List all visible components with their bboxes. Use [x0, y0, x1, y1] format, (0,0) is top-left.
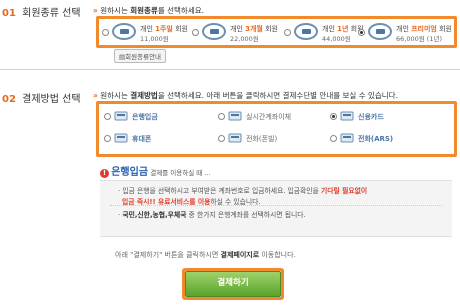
payment-label: 전화(ARS) [358, 135, 394, 143]
payment-radio[interactable] [104, 135, 111, 142]
membership-card-icon [368, 23, 392, 40]
ars-icon [340, 132, 354, 144]
info-subtitle: 결제를 이용하실 때 ... [150, 169, 211, 177]
payment-label: 실시간계좌이체 [246, 113, 292, 121]
prompt-pre: 원하시는 [100, 6, 131, 15]
payment-option[interactable]: 은행입금 [104, 110, 212, 124]
info-line-3: · 국민,신한,농협,우체국 중 한가지 은행계좌를 선택하시면 됩니다. [118, 209, 306, 219]
prompt-pre: 원하시는 [100, 91, 131, 100]
payment-option[interactable]: 실시간계좌이체 [218, 110, 326, 124]
prompt-post: 을 선택하세요. 아래 버튼을 클릭하시면 결제수단별 안내를 보실 수 있습니… [157, 91, 398, 100]
payment-radio[interactable] [218, 113, 225, 120]
section-1-header: 01 회원종류 선택 [2, 4, 81, 19]
payment-option[interactable]: 신용카드 [330, 110, 438, 124]
payment-option[interactable]: 전화(폰빌) [218, 132, 326, 146]
prompt-bold: 회원종류 [130, 6, 158, 15]
membership-price: 44,000원 [322, 35, 351, 43]
payment-option[interactable]: 전화(ARS) [330, 132, 438, 146]
membership-name-pre: 개인 [322, 25, 338, 33]
membership-name-highlight: 프리미엄 [411, 25, 437, 33]
prompt-arrow: » [93, 91, 98, 100]
info-line-1-red: 기다릴 필요없이 [320, 187, 368, 195]
membership-option[interactable]: 개인 프리미엄 회원 66,000원 (1년) [358, 23, 452, 46]
membership-guide-button[interactable]: ▤회원종류안내 [114, 49, 167, 63]
payment-label: 은행입금 [132, 113, 158, 121]
transfer-icon [228, 110, 242, 122]
membership-name-pre: 개인 [396, 25, 412, 33]
bullet-icon: · [118, 211, 121, 219]
info-line-1-text: 입금 은행을 선택하시고 부여받은 계좌번호로 입금하세요. 입금확인을 [122, 187, 321, 195]
section-2-header: 02 결제방법 선택 [2, 90, 81, 105]
membership-name-highlight: 3개월 [245, 25, 263, 33]
membership-price: 11,000원 [140, 35, 169, 43]
footer-note: 아래 "결제하기" 버튼을 클릭하시면 결제페이지로 이동합니다. [115, 250, 296, 260]
section-1-number: 01 [2, 8, 16, 19]
info-line-1: · 입금 은행을 선택하시고 부여받은 계좌번호로 입금하세요. 입금확인을 기… [118, 185, 367, 195]
membership-name-pre: 개인 [140, 25, 156, 33]
membership-price: 66,000원 (1년) [396, 35, 442, 43]
footer-note-pre: 아래 "결제하기" 버튼을 클릭하시면 [115, 251, 221, 259]
membership-price: 22,000원 [230, 35, 259, 43]
payment-option[interactable]: 휴대폰 [104, 132, 212, 146]
info-header: ! 은행입금 결제를 이용하실 때 ... [100, 163, 211, 178]
info-line-3-text: 중 한가지 은행계좌를 선택하시면 됩니다. [186, 211, 306, 219]
membership-name-post: 회원 [172, 25, 188, 33]
payment-label: 전화(폰빌) [246, 135, 278, 143]
payment-prompt: » 원하시는 결제방법을 선택하세요. 아래 버튼을 클릭하시면 결제수단별 안… [93, 90, 458, 101]
info-title: 은행입금 [111, 167, 149, 178]
prompt-bold: 결제방법 [130, 91, 158, 100]
membership-option[interactable]: 개인 1주일 회원 11,000원 [102, 23, 190, 46]
payment-radio[interactable] [218, 135, 225, 142]
membership-card-icon [112, 23, 136, 40]
membership-name-post: 회원 [436, 25, 452, 33]
membership-guide-label: 회원종류안내 [125, 53, 162, 61]
membership-name-highlight: 1년 [337, 25, 349, 33]
info-box: · 입금 은행을 선택하시고 부여받은 계좌번호로 입금하세요. 입금확인을 기… [100, 180, 452, 237]
membership-radio[interactable] [192, 29, 199, 36]
info-line-3-bold: 국민,신한,농협,우체국 [122, 211, 187, 219]
submit-payment-button[interactable]: 결제하기 [185, 271, 281, 297]
membership-option[interactable]: 개인 3개월 회원 22,000원 [192, 23, 280, 46]
section-divider [0, 69, 460, 70]
membership-card-icon [294, 23, 318, 40]
membership-name-highlight: 1주일 [155, 25, 173, 33]
payment-radio[interactable] [330, 135, 337, 142]
section-1-title: 회원종류 선택 [22, 8, 81, 19]
membership-radio[interactable] [102, 29, 109, 36]
submit-highlight: 결제하기 [182, 268, 284, 300]
card-icon [340, 110, 354, 122]
section-2-title: 결제방법 선택 [22, 94, 81, 105]
membership-radio[interactable] [284, 29, 291, 36]
membership-name-pre: 개인 [230, 25, 246, 33]
bank-icon [114, 110, 128, 122]
prompt-arrow: » [93, 6, 98, 15]
payment-label: 휴대폰 [132, 135, 152, 143]
payment-radio[interactable] [104, 113, 111, 120]
info-divider [110, 205, 442, 207]
membership-prompt: » 원하시는 회원종류를 선택하세요. [93, 5, 204, 16]
payment-radio[interactable] [330, 113, 337, 120]
membership-radio[interactable] [358, 29, 365, 36]
mobile-icon [114, 132, 128, 144]
bullet-icon: · [118, 187, 121, 195]
phone-icon [228, 132, 242, 144]
prompt-post: 를 선택하세요. [157, 6, 205, 15]
section-2-number: 02 [2, 94, 16, 105]
footer-note-bold: 결제페이지로 [220, 251, 260, 259]
footer-note-post: 이동합니다. [259, 251, 296, 259]
membership-name-post: 회원 [262, 25, 278, 33]
payment-label: 신용카드 [358, 113, 384, 121]
alert-icon: ! [100, 169, 109, 178]
membership-card-icon [202, 23, 226, 40]
